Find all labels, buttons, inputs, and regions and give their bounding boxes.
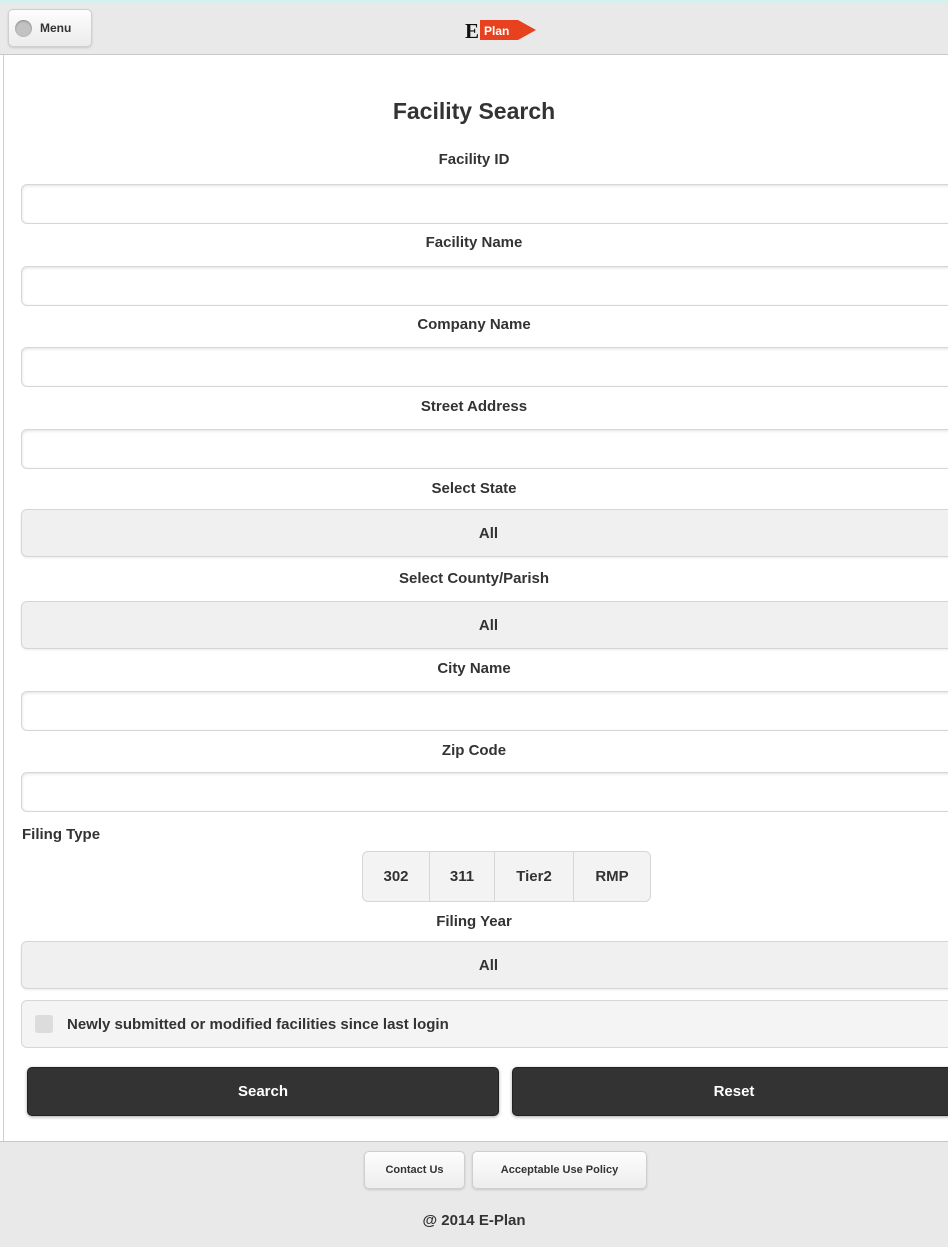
filing-year-select[interactable]: All	[21, 941, 948, 989]
header-bar: Menu E Plan	[0, 3, 948, 55]
zip-code-label: Zip Code	[441, 742, 507, 759]
acceptable-use-policy-button[interactable]: Acceptable Use Policy	[472, 1151, 647, 1189]
state-label: Select State	[431, 480, 517, 497]
facility-id-label: Facility ID	[438, 151, 510, 168]
street-address-input[interactable]	[21, 429, 948, 469]
filing-type-rmp-button[interactable]: RMP	[574, 852, 650, 901]
filing-type-311-button[interactable]: 311	[430, 852, 495, 901]
company-name-label: Company Name	[417, 316, 531, 333]
menu-icon	[15, 19, 32, 37]
menu-label: Menu	[40, 21, 72, 35]
search-button[interactable]: Search	[27, 1067, 499, 1116]
county-select-value: All	[478, 616, 499, 634]
filing-year-label: Filing Year	[436, 913, 512, 930]
filing-type-tier2-button[interactable]: Tier2	[495, 852, 574, 901]
newly-submitted-checkbox[interactable]	[35, 1015, 53, 1033]
page-title: Facility Search	[392, 98, 556, 124]
filing-type-label: Filing Type	[22, 826, 101, 843]
county-select[interactable]: All	[21, 601, 948, 649]
filing-type-toggle-group: 302 311 Tier2 RMP	[362, 851, 651, 902]
zip-code-input[interactable]	[21, 772, 948, 812]
menu-button[interactable]: Menu	[8, 9, 92, 47]
svg-text:E: E	[465, 19, 479, 43]
facility-id-input[interactable]	[21, 184, 948, 224]
filing-type-302-button[interactable]: 302	[363, 852, 430, 901]
city-name-input[interactable]	[21, 691, 948, 731]
city-name-label: City Name	[437, 660, 511, 677]
county-label: Select County/Parish	[398, 570, 550, 587]
svg-text:Plan: Plan	[484, 24, 509, 38]
contact-us-button[interactable]: Contact Us	[364, 1151, 465, 1189]
street-address-label: Street Address	[420, 398, 528, 415]
company-name-input[interactable]	[21, 347, 948, 387]
reset-button[interactable]: Reset	[512, 1067, 948, 1116]
copyright-text: @ 2014 E-Plan	[422, 1212, 526, 1229]
newly-submitted-checkbox-row[interactable]: Newly submitted or modified facilities s…	[21, 1000, 948, 1048]
facility-name-label: Facility Name	[425, 234, 523, 251]
newly-submitted-label: Newly submitted or modified facilities s…	[67, 1015, 449, 1033]
eplan-logo: E Plan	[465, 19, 536, 43]
filing-year-select-value: All	[478, 956, 499, 974]
page-left-border	[3, 55, 4, 1241]
facility-name-input[interactable]	[21, 266, 948, 306]
state-select[interactable]: All	[21, 509, 948, 557]
state-select-value: All	[478, 524, 499, 542]
